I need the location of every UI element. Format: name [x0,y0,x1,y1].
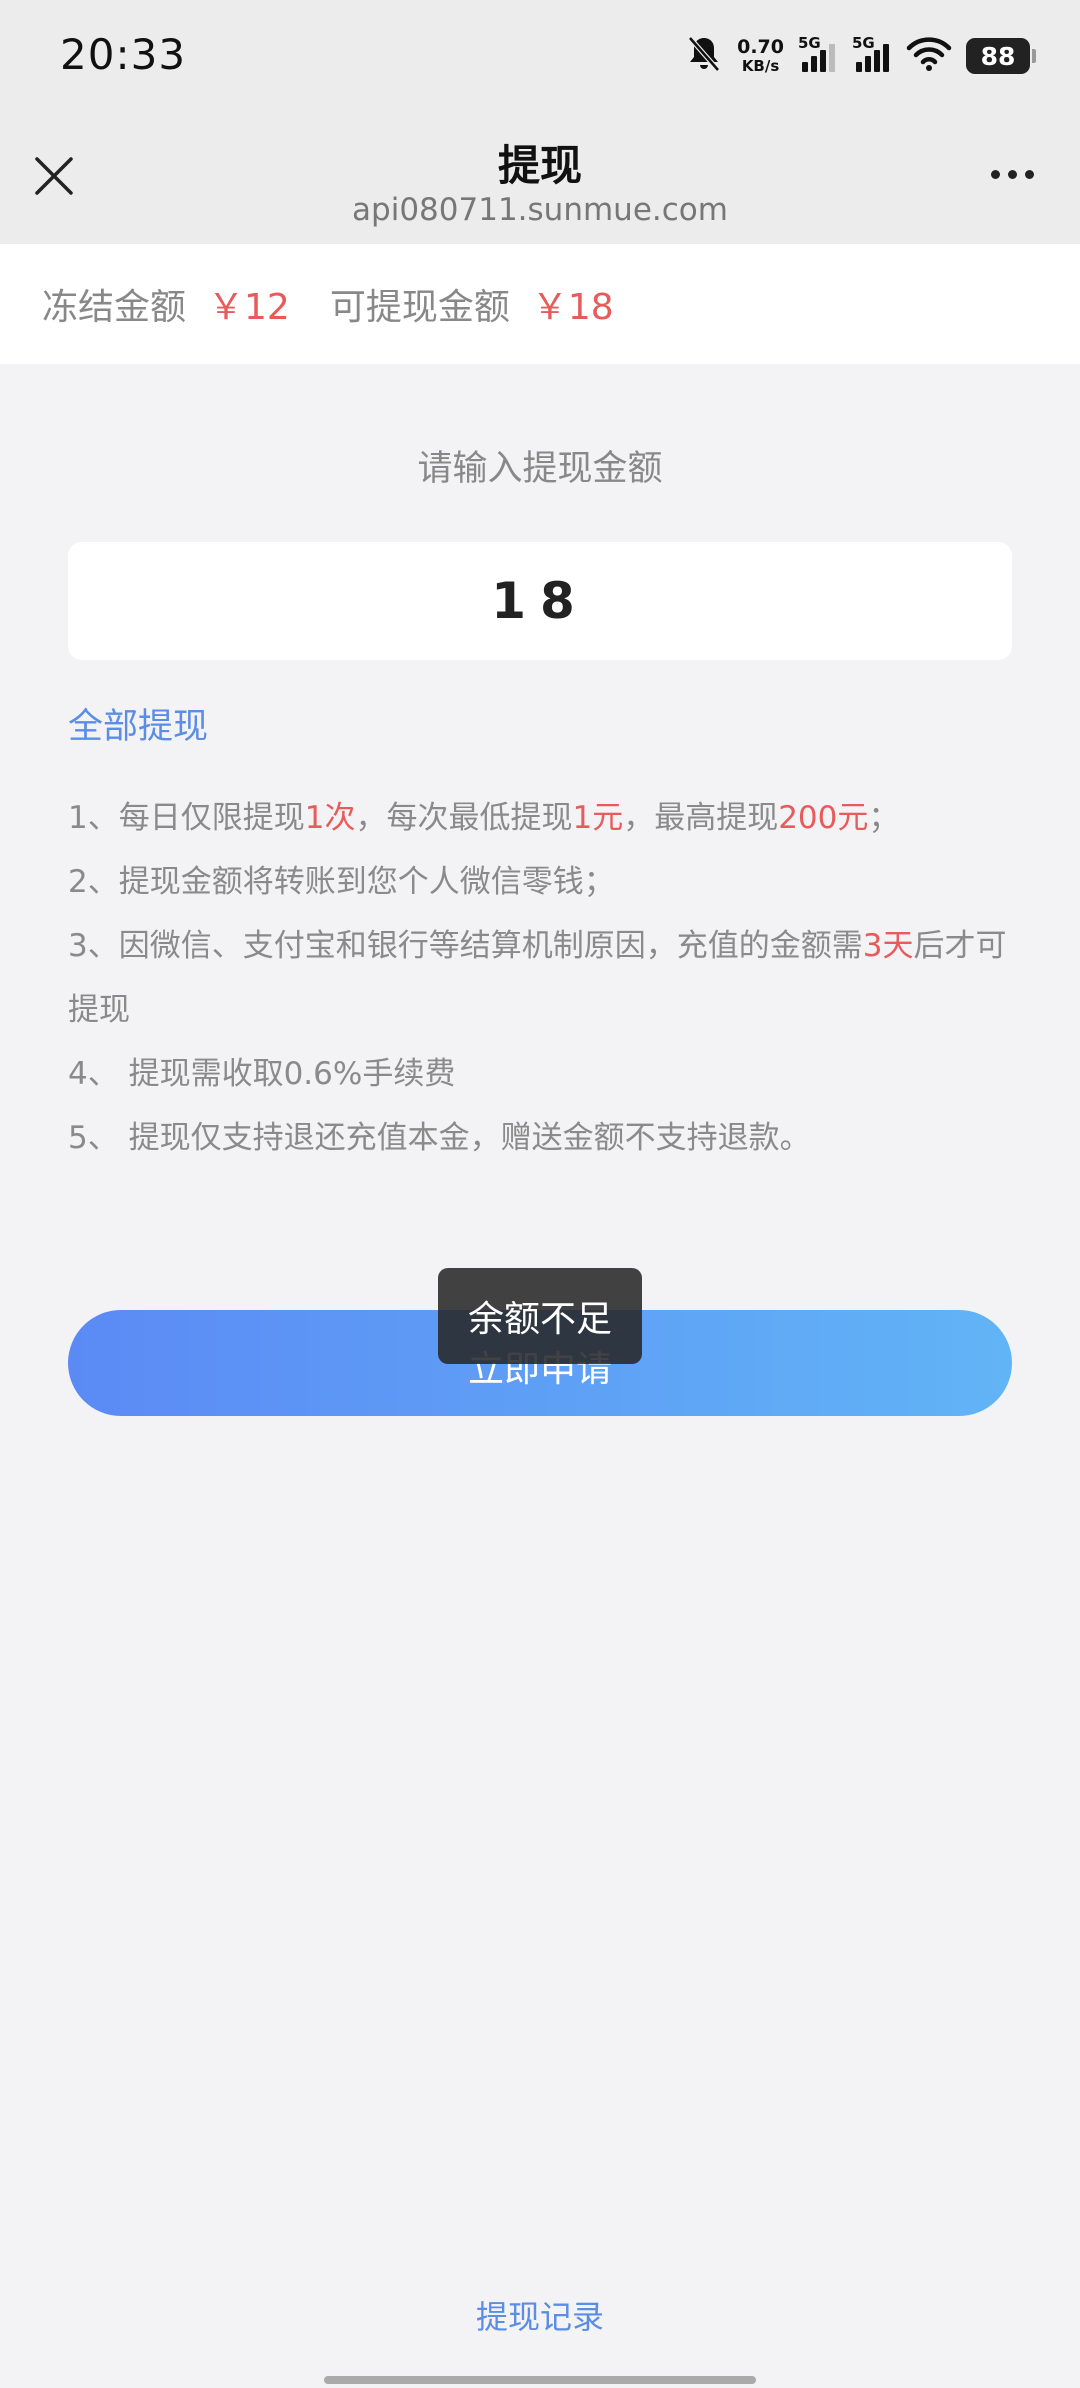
status-time: 20:33 [60,30,187,79]
signal-icon: 5G [852,34,892,76]
battery-icon: 88 [966,38,1036,74]
balance-bar: 冻结金额 ￥12 可提现金额 ￥18 [0,244,1080,364]
withdraw-all-link[interactable]: 全部提现 [68,698,208,749]
page-url: api080711.sunmue.com [352,192,728,228]
rule-item: 3、因微信、支付宝和银行等结算机制原因，充值的金额需3天后才可提现 [68,928,1007,1028]
nav-bar: 提现 api080711.sunmue.com [0,118,1080,244]
toast-message: 余额不足 [438,1268,642,1364]
amount-input[interactable]: 18 [68,542,1012,660]
rule-item: 1、每日仅限提现1次，每次最低提现1元，最高提现200元； [68,800,900,836]
status-icons: 0.70 KB/s 5G 5G 88 [685,34,1036,78]
signal-icon: 5G [798,34,838,76]
more-icon[interactable] [991,170,1034,179]
home-indicator[interactable] [324,2376,756,2384]
page-title: 提现 [497,141,582,190]
battery-level: 88 [980,41,1016,71]
available-amount: ￥18 [531,287,614,328]
rule-item: 2、提现金额将转账到您个人微信零钱； [68,864,615,900]
bell-muted-icon [685,34,723,78]
net-speed-unit: KB/s [741,57,780,75]
withdraw-page: 20:33 0.70 KB/s 5G 5G 88 提现 api080711.su… [0,0,1080,2388]
rule-item: 4、 提现需收取0.6%手续费 [68,1056,456,1092]
wifi-icon [906,36,952,76]
rule-item: 5、 提现仅支持退还充值本金，赠送金额不支持退款。 [68,1120,811,1156]
frozen-amount: ￥12 [208,287,290,328]
status-bar: 20:33 0.70 KB/s 5G 5G 88 [0,0,1080,118]
signal-label: 5G [852,34,875,52]
available-label: 可提现金额 [329,287,510,328]
net-speed-value: 0.70 [737,36,784,58]
amount-prompt: 请输入提现金额 [417,449,663,489]
signal-label: 5G [798,34,821,52]
net-speed: 0.70 KB/s [737,38,784,74]
rules-list: 1、每日仅限提现1次，每次最低提现1元，最高提现200元； 2、提现金额将转账到… [68,786,1018,1170]
frozen-label: 冻结金额 [42,287,187,328]
withdraw-records-link[interactable]: 提现记录 [0,2292,1080,2338]
